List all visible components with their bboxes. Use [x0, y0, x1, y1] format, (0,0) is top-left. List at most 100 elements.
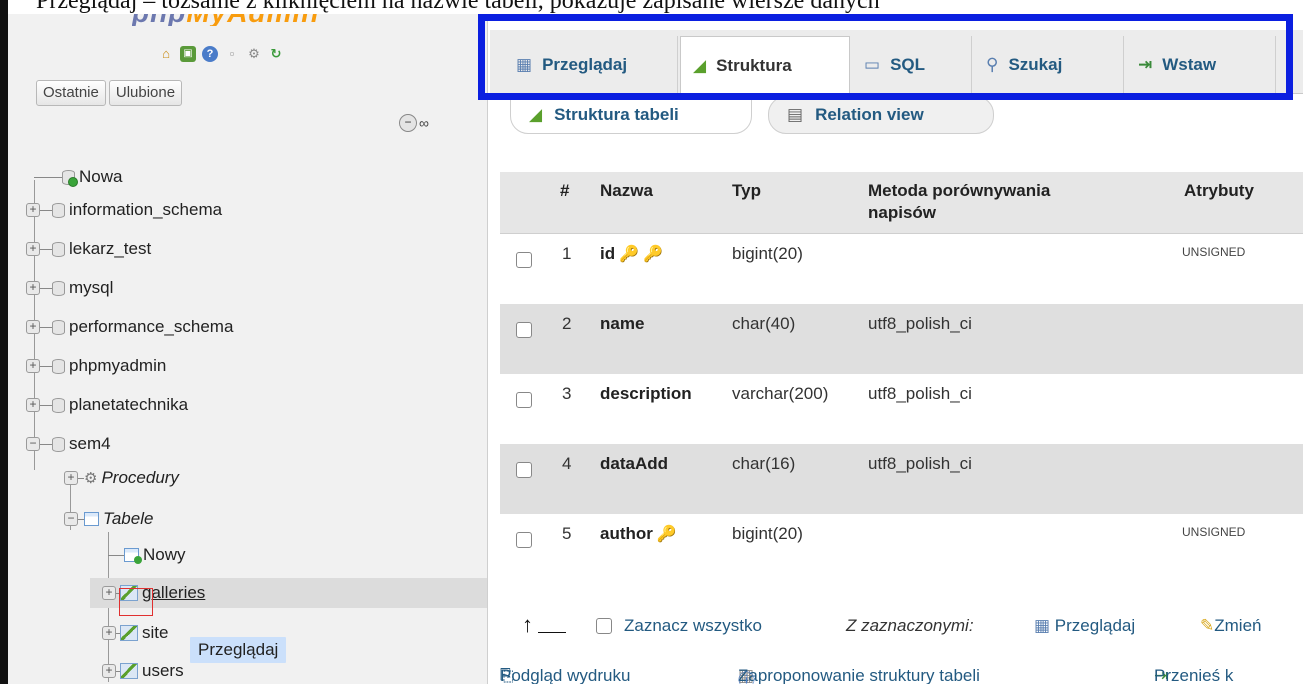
bulk-change-link[interactable]: ✎Zmień [1200, 616, 1261, 636]
header-collation[interactable]: Metoda porównywania napisów [868, 180, 1118, 224]
bulk-actions-bar: ↑ Zaznacz wszystko Z zaznaczonymi: ▦ Prz… [500, 608, 1303, 648]
tree-connector [40, 326, 52, 328]
expand-icon[interactable]: + [26, 203, 40, 217]
nav-icon-bar: ⌂ ▣ ? ▫ ⚙ ↻ [158, 46, 284, 62]
table-structure-icon[interactable] [120, 663, 138, 679]
index-key-icon: 🔑 [656, 526, 677, 543]
row-checkbox[interactable] [516, 532, 532, 548]
with-selected-label: Z zaznaczonymi: [846, 616, 974, 635]
quick-access: Ostatnie Ulubione [36, 80, 183, 106]
table-row: 2 name char(40) utf8_polish_ci [500, 304, 1303, 374]
expand-icon[interactable]: + [26, 320, 40, 334]
collapse-icon[interactable]: − [64, 512, 78, 526]
recent-button[interactable]: Ostatnie [36, 80, 106, 106]
header-type[interactable]: Typ [732, 180, 761, 202]
primary-key-icon: 🔑 [619, 246, 640, 263]
expand-icon[interactable]: + [102, 586, 116, 600]
tab-insert[interactable]: ⇥ Wstaw [1126, 36, 1276, 94]
tree-item-db[interactable]: + planetatechnika [26, 392, 188, 418]
home-icon[interactable]: ⌂ [158, 46, 174, 62]
help-icon[interactable]: ? [202, 46, 218, 62]
database-icon [52, 358, 65, 374]
exit-icon[interactable]: ▣ [180, 46, 196, 62]
tree-item-new-db[interactable]: Nowa [34, 164, 122, 190]
subtab-relation-view[interactable]: ▤ Relation view [768, 96, 994, 134]
expand-icon[interactable]: + [64, 471, 78, 485]
bulk-browse-link[interactable]: ▦ Przeglądaj [1034, 616, 1135, 636]
docs-icon[interactable]: ▫ [224, 46, 240, 62]
expand-icon[interactable]: + [102, 664, 116, 678]
navigation-panel: phpMyAdmin ⌂ ▣ ? ▫ ⚙ ↻ Ostatnie Ulubione… [8, 14, 488, 684]
tree-item-db[interactable]: + information_schema [26, 197, 222, 223]
main-content: ▦ Przeglądaj ◢ Struktura ▭ SQL ⚲ Szukaj … [490, 14, 1303, 684]
table-row: 1 id 🔑 🔑 bigint(20) UNSIGNED [500, 234, 1303, 304]
pma-logo[interactable]: phpMyAdmin [132, 14, 319, 26]
header-num: # [560, 181, 570, 200]
header-name[interactable]: Nazwa [600, 180, 653, 202]
tab-search[interactable]: ⚲ Szukaj [974, 36, 1124, 94]
favorites-button[interactable]: Ulubione [108, 80, 183, 106]
tree-item-table[interactable]: + site [102, 620, 168, 646]
select-all-checkbox[interactable] [596, 618, 612, 634]
expand-icon[interactable]: + [26, 398, 40, 412]
expand-icon[interactable]: + [26, 242, 40, 256]
tree-item-procedures[interactable]: + ⚙ Procedury [64, 465, 179, 491]
tree-item-db[interactable]: + lekarz_test [26, 236, 151, 262]
tree-connector [40, 209, 52, 211]
row-checkbox[interactable] [516, 462, 532, 478]
tree-item-db[interactable]: + mysql [26, 275, 113, 301]
database-icon [52, 241, 65, 257]
pencil-icon: ✎ [1200, 616, 1215, 635]
tree-item-label: Nowa [79, 167, 123, 186]
tables-icon [84, 512, 99, 526]
tree-item-label: information_schema [69, 200, 223, 219]
arrow-line [538, 632, 566, 633]
tab-browse[interactable]: ▦ Przeglądaj [504, 36, 678, 94]
tree-item-new-table[interactable]: Nowy [108, 542, 186, 568]
settings-icon[interactable]: ⚙ [246, 46, 262, 62]
page-edge [0, 0, 8, 684]
row-name: dataAdd [600, 454, 668, 473]
row-collation: utf8_polish_ci [868, 454, 972, 473]
browse-icon: ▦ [516, 55, 533, 74]
tree-connector [40, 248, 52, 250]
tab-label: SQL [890, 55, 926, 74]
row-type: char(16) [732, 454, 796, 473]
expand-icon[interactable]: + [102, 626, 116, 640]
expand-icon[interactable]: + [26, 281, 40, 295]
row-name-text: id [600, 244, 616, 263]
row-checkbox[interactable] [516, 252, 532, 268]
tree-item-table-galleries[interactable]: + galleries [102, 580, 205, 606]
tree-item-label: Procedury [101, 468, 179, 487]
tree-item-table[interactable]: + users [102, 658, 184, 684]
tree-item-label: sem4 [69, 434, 111, 453]
tree-connector [108, 554, 124, 556]
tree-item-db[interactable]: + phpmyadmin [26, 353, 166, 379]
tab-sql[interactable]: ▭ SQL [852, 36, 972, 94]
reload-icon[interactable]: ↻ [268, 46, 284, 62]
select-all-link[interactable]: Zaznacz wszystko [624, 616, 762, 636]
propose-structure-label: Zaproponowanie struktury tabeli [738, 666, 980, 684]
tree-item-db-sem4[interactable]: − sem4 [26, 431, 111, 457]
table-structure-icon[interactable] [120, 625, 138, 641]
row-checkbox[interactable] [516, 392, 532, 408]
subtab-table-structure[interactable]: ◢ Struktura tabeli [510, 96, 752, 134]
tab-structure[interactable]: ◢ Struktura [680, 36, 850, 95]
row-collation: utf8_polish_ci [868, 314, 972, 333]
row-num: 2 [562, 314, 572, 333]
expand-icon[interactable]: + [26, 359, 40, 373]
collapse-icon[interactable]: − [26, 437, 40, 451]
tree-item-tables[interactable]: − Tabele [64, 506, 153, 532]
tree-item-label[interactable]: site [142, 623, 168, 643]
row-num: 3 [562, 384, 572, 403]
link-icon[interactable]: ∞ [419, 115, 429, 131]
move-columns-label: Przenieś k [1154, 666, 1234, 684]
header-attributes[interactable]: Atrybuty [1184, 180, 1254, 202]
collapse-all-icon[interactable]: − [399, 114, 417, 132]
row-checkbox[interactable] [516, 322, 532, 338]
row-type: varchar(200) [732, 384, 829, 403]
tree-item-db[interactable]: + performance_schema [26, 314, 233, 340]
print-view-label: Podgląd wydruku [500, 666, 631, 684]
new-table-icon [124, 548, 142, 564]
tree-connector [34, 176, 62, 178]
